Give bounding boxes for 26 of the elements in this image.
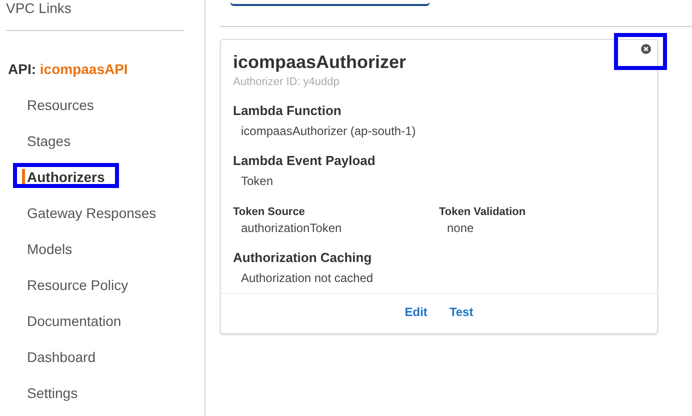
sidebar-item[interactable]: Settings bbox=[27, 385, 78, 401]
section-value: icompaasAuthorizer (ap-south-1) bbox=[240, 124, 417, 138]
sidebar-item[interactable]: Gateway Responses bbox=[27, 205, 156, 221]
sidebar-item[interactable]: Documentation bbox=[27, 313, 122, 329]
sidebar-item[interactable]: Resources bbox=[27, 97, 94, 113]
card-title: icompaasAuthorizer bbox=[233, 52, 408, 73]
field-label: Token Validation bbox=[439, 206, 527, 218]
sidebar-item[interactable]: Authorizers bbox=[22, 169, 105, 185]
sidebar-item[interactable]: Models bbox=[27, 241, 72, 257]
api-label: API: bbox=[8, 61, 36, 77]
field-label: Token Source bbox=[233, 206, 306, 218]
action-link[interactable]: Edit bbox=[404, 305, 428, 319]
sidebar-item[interactable]: VPC Links bbox=[0, 0, 204, 16]
section-value: Authorization not cached bbox=[240, 271, 374, 285]
section-heading: Lambda Function bbox=[233, 103, 342, 118]
sidebar-item[interactable]: Stages bbox=[27, 133, 71, 149]
close-icon[interactable] bbox=[641, 44, 651, 54]
sidebar-item[interactable]: Resource Policy bbox=[27, 277, 128, 293]
authorizer-id: Authorizer ID: y4uddp bbox=[233, 76, 340, 88]
sidebar-item[interactable]: Dashboard bbox=[27, 349, 96, 365]
section-heading: Lambda Event Payload bbox=[233, 153, 376, 168]
action-link[interactable]: Test bbox=[449, 305, 474, 319]
field-value: authorizationToken bbox=[240, 221, 343, 235]
section-value: Token bbox=[240, 174, 274, 188]
section-heading: Authorization Caching bbox=[233, 250, 373, 265]
field-value: none bbox=[446, 221, 475, 235]
